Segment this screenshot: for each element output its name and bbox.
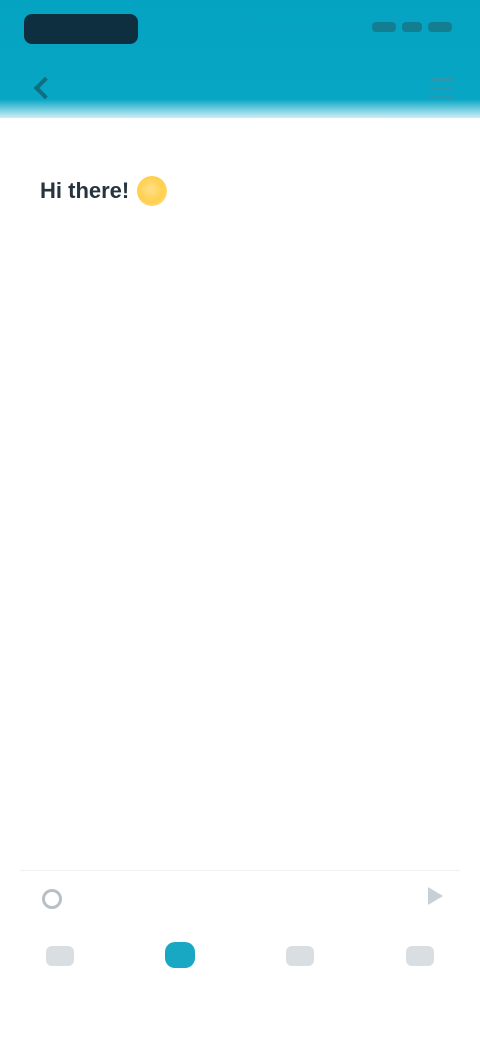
menu-icon: [430, 78, 454, 81]
bottom-nav: [0, 936, 480, 1016]
message-content: Hi there!: [40, 176, 400, 260]
message-input[interactable]: [82, 884, 416, 912]
app-header: [0, 0, 480, 118]
send-button[interactable]: [422, 884, 448, 908]
menu-button[interactable]: [430, 78, 454, 98]
nav-item-profile[interactable]: [380, 936, 460, 1006]
greeting-text: Hi there!: [40, 178, 130, 203]
chat-icon: [165, 942, 195, 968]
waving-hand-icon: [137, 176, 168, 206]
menu-icon-line: [430, 95, 454, 98]
status-icons: [372, 22, 452, 32]
nav-item-contacts[interactable]: [260, 936, 340, 1006]
chevron-left-icon: [33, 76, 57, 100]
greeting-row: Hi there!: [40, 176, 400, 206]
back-button[interactable]: [28, 76, 57, 100]
wifi-icon: [402, 22, 422, 32]
contacts-icon: [286, 946, 314, 966]
menu-icon-line: [430, 86, 454, 90]
nav-item-home[interactable]: [20, 936, 100, 1006]
send-icon: [428, 887, 443, 905]
message-composer: [20, 870, 460, 921]
battery-icon: [428, 22, 452, 32]
attachment-icon: [42, 889, 62, 909]
home-icon: [46, 946, 74, 966]
profile-icon: [406, 946, 434, 966]
app-logo: [24, 14, 138, 44]
nav-item-chat[interactable]: [140, 936, 220, 1006]
attach-button[interactable]: [36, 885, 62, 909]
signal-icon: [372, 22, 396, 32]
